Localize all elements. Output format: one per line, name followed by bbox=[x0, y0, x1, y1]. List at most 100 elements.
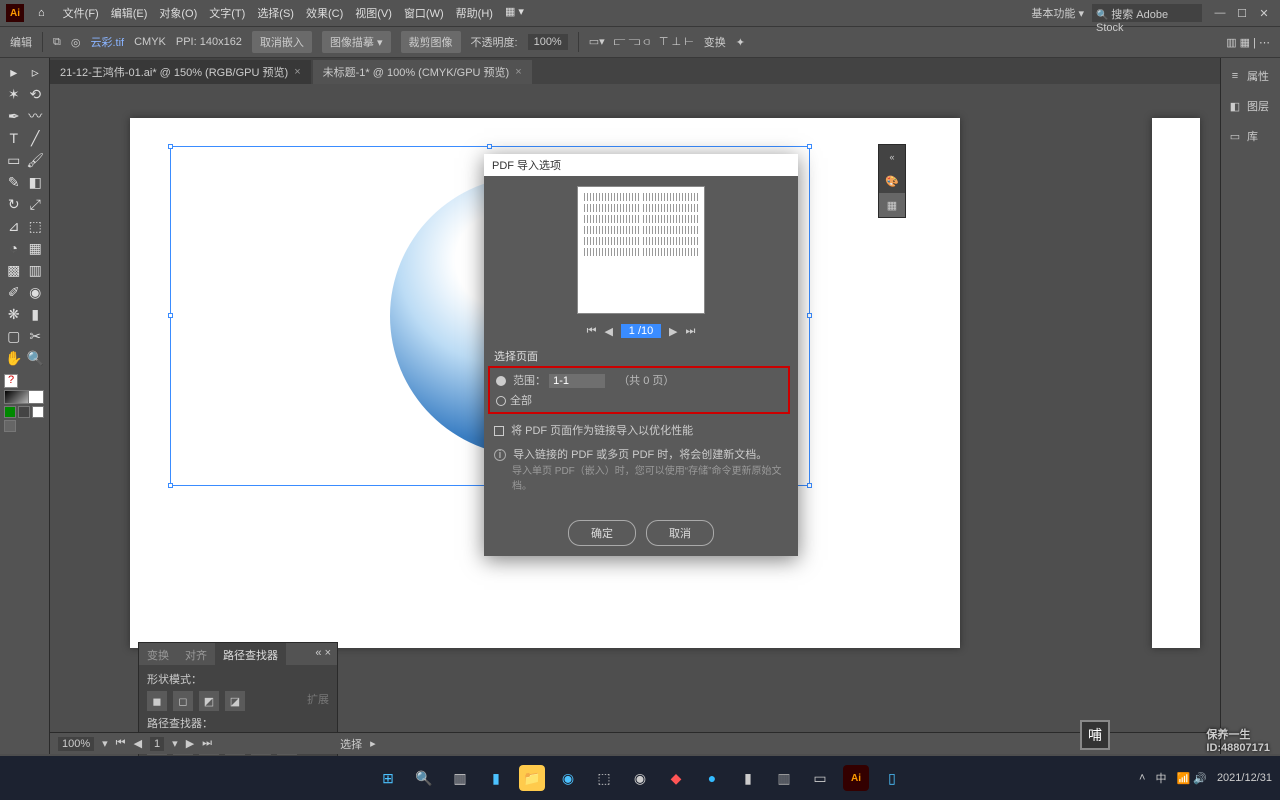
eyedropper-tool[interactable]: ✐ bbox=[4, 282, 24, 302]
close-tab-icon[interactable]: × bbox=[294, 66, 300, 78]
edge-icon[interactable]: ◉ bbox=[555, 765, 581, 791]
search-icon[interactable]: 🔍 bbox=[411, 765, 437, 791]
symbol-sprayer-tool[interactable]: ❋ bbox=[4, 304, 24, 324]
menu-edit[interactable]: 编辑(E) bbox=[107, 3, 152, 23]
crop-image-button[interactable]: 裁剪图像 bbox=[401, 31, 461, 53]
free-transform-tool[interactable]: ⬚ bbox=[26, 216, 46, 236]
app-icon-6[interactable]: ▭ bbox=[807, 765, 833, 791]
zoom-tool[interactable]: 🔍 bbox=[26, 348, 46, 368]
range-input[interactable]: 1-1 bbox=[549, 374, 605, 388]
menu-view[interactable]: 视图(V) bbox=[351, 3, 396, 23]
widgets-icon[interactable]: ▮ bbox=[483, 765, 509, 791]
app-icon[interactable]: ⬚ bbox=[591, 765, 617, 791]
clock[interactable]: 2021/12/31 bbox=[1217, 772, 1272, 784]
magic-wand-tool[interactable]: ✶ bbox=[4, 84, 24, 104]
lasso-tool[interactable]: ⟲ bbox=[26, 84, 46, 104]
rectangle-tool[interactable]: ▭ bbox=[4, 150, 24, 170]
embed-icon[interactable]: ⧉ bbox=[53, 36, 61, 49]
tray-chevron-icon[interactable]: ˄ bbox=[1139, 772, 1145, 784]
line-tool[interactable]: ╱ bbox=[26, 128, 46, 148]
nav-last-icon[interactable]: ⏭ bbox=[202, 737, 212, 750]
app-icon-7[interactable]: ▯ bbox=[879, 765, 905, 791]
start-icon[interactable]: ⊞ bbox=[375, 765, 401, 791]
chrome-icon[interactable]: ◉ bbox=[627, 765, 653, 791]
shape-builder-tool[interactable]: ◔ bbox=[4, 238, 24, 258]
nav-next-icon[interactable]: ▶ bbox=[186, 737, 194, 750]
search-stock[interactable]: 🔍 搜索 Adobe Stock bbox=[1092, 4, 1202, 22]
app-icon-2[interactable]: ◆ bbox=[663, 765, 689, 791]
panel-toggles[interactable]: ▥ ▦ | ⋯ bbox=[1226, 36, 1270, 49]
image-trace-button[interactable]: 图像描摹 ▾ bbox=[322, 31, 391, 53]
home-icon[interactable]: ⌂ bbox=[38, 7, 45, 19]
menu-window[interactable]: 窗口(W) bbox=[400, 3, 448, 23]
menu-help[interactable]: 帮助(H) bbox=[452, 3, 497, 23]
eraser-tool[interactable]: ◧ bbox=[26, 172, 46, 192]
menu-file[interactable]: 文件(F) bbox=[59, 3, 103, 23]
swatch-color[interactable] bbox=[4, 406, 16, 418]
close-tab-icon[interactable]: × bbox=[515, 66, 521, 78]
menu-effect[interactable]: 效果(C) bbox=[302, 3, 347, 23]
isolate-icon[interactable]: ✦ bbox=[736, 36, 745, 49]
floating-panel[interactable]: « 🎨 ▦ bbox=[878, 144, 906, 218]
transform-tab[interactable]: 变换 bbox=[139, 643, 177, 665]
align-icons[interactable]: ▭▾ ⫍ ⫎ ⫏ ⊤ ⊥ ⊢ bbox=[589, 35, 694, 49]
swatch-gradient[interactable] bbox=[18, 406, 30, 418]
menu-select[interactable]: 选择(S) bbox=[253, 3, 298, 23]
linked-file[interactable]: 云彩.tif bbox=[90, 34, 124, 50]
taskview-icon[interactable]: ▥ bbox=[447, 765, 473, 791]
color-swatches[interactable]: ? bbox=[4, 374, 45, 434]
explorer-icon[interactable]: 📁 bbox=[519, 765, 545, 791]
intersect-icon[interactable]: ◩ bbox=[199, 691, 219, 711]
status-arrow-icon[interactable]: ▸ bbox=[370, 737, 376, 750]
swatch-none[interactable] bbox=[32, 406, 44, 418]
scale-tool[interactable]: ⤢ bbox=[26, 194, 46, 214]
page-input[interactable]: 1 /10 bbox=[621, 324, 661, 338]
hand-tool[interactable]: ✋ bbox=[4, 348, 24, 368]
slice-tool[interactable]: ✂ bbox=[26, 326, 46, 346]
blend-tool[interactable]: ◉ bbox=[26, 282, 46, 302]
artboard-tool[interactable]: ▢ bbox=[4, 326, 24, 346]
first-page-icon[interactable]: ⏮ bbox=[587, 325, 597, 338]
shaper-tool[interactable]: ✎ bbox=[4, 172, 24, 192]
transform-label[interactable]: 变换 bbox=[704, 34, 726, 50]
gradient-tool[interactable]: ▥ bbox=[26, 260, 46, 280]
last-page-icon[interactable]: ⏭ bbox=[685, 325, 695, 338]
link-checkbox[interactable] bbox=[494, 426, 504, 436]
brush-tool[interactable]: 🖌 bbox=[26, 150, 46, 170]
opacity-input[interactable]: 100% bbox=[528, 34, 568, 50]
ok-button[interactable]: 确定 bbox=[568, 520, 636, 546]
properties-panel[interactable]: ≡属性 bbox=[1221, 64, 1280, 88]
minus-front-icon[interactable]: ◻ bbox=[173, 691, 193, 711]
panel-collapse-icon[interactable]: « × bbox=[309, 643, 337, 665]
selection-tool[interactable]: ▸ bbox=[4, 62, 24, 82]
zoom-level[interactable]: 100% bbox=[58, 737, 94, 751]
nav-first-icon[interactable]: ⏮ bbox=[116, 737, 126, 750]
prev-page-icon[interactable]: ◀ bbox=[605, 325, 613, 338]
artboard-2[interactable] bbox=[1152, 118, 1200, 648]
illustrator-taskbar-icon[interactable]: Ai bbox=[843, 765, 869, 791]
unite-icon[interactable]: ◼ bbox=[147, 691, 167, 711]
panel-menu-icon[interactable]: « bbox=[879, 145, 905, 169]
next-page-icon[interactable]: ▶ bbox=[669, 325, 677, 338]
wifi-icon[interactable]: 📶 🔊 bbox=[1176, 772, 1206, 785]
app-icon-5[interactable]: ▥ bbox=[771, 765, 797, 791]
menu-type[interactable]: 文字(T) bbox=[205, 3, 249, 23]
close-button[interactable]: ✕ bbox=[1254, 6, 1274, 20]
nav-prev-icon[interactable]: ◀ bbox=[134, 737, 142, 750]
perspective-tool[interactable]: ▦ bbox=[26, 238, 46, 258]
edit-mode[interactable]: 编辑 bbox=[10, 34, 32, 50]
curvature-tool[interactable]: 〰 bbox=[26, 106, 46, 126]
type-tool[interactable]: T bbox=[4, 128, 24, 148]
cancel-embed-button[interactable]: 取消嵌入 bbox=[252, 31, 312, 53]
system-tray[interactable]: ˄ 中 📶 🔊 2021/12/31 bbox=[1139, 770, 1272, 786]
doc-tab-2[interactable]: 未标题-1* @ 100% (CMYK/GPU 预览)× bbox=[313, 60, 532, 84]
maximize-button[interactable]: ☐ bbox=[1232, 6, 1252, 20]
workspace-switcher[interactable]: 基本功能 ▾ bbox=[1031, 5, 1084, 21]
direct-selection-tool[interactable]: ▹ bbox=[26, 62, 46, 82]
graph-tool[interactable]: ▮ bbox=[26, 304, 46, 324]
range-radio[interactable] bbox=[496, 376, 506, 386]
width-tool[interactable]: ⊿ bbox=[4, 216, 24, 236]
libraries-panel[interactable]: ▭库 bbox=[1221, 124, 1280, 148]
cancel-button[interactable]: 取消 bbox=[646, 520, 714, 546]
mesh-tool[interactable]: ▩ bbox=[4, 260, 24, 280]
